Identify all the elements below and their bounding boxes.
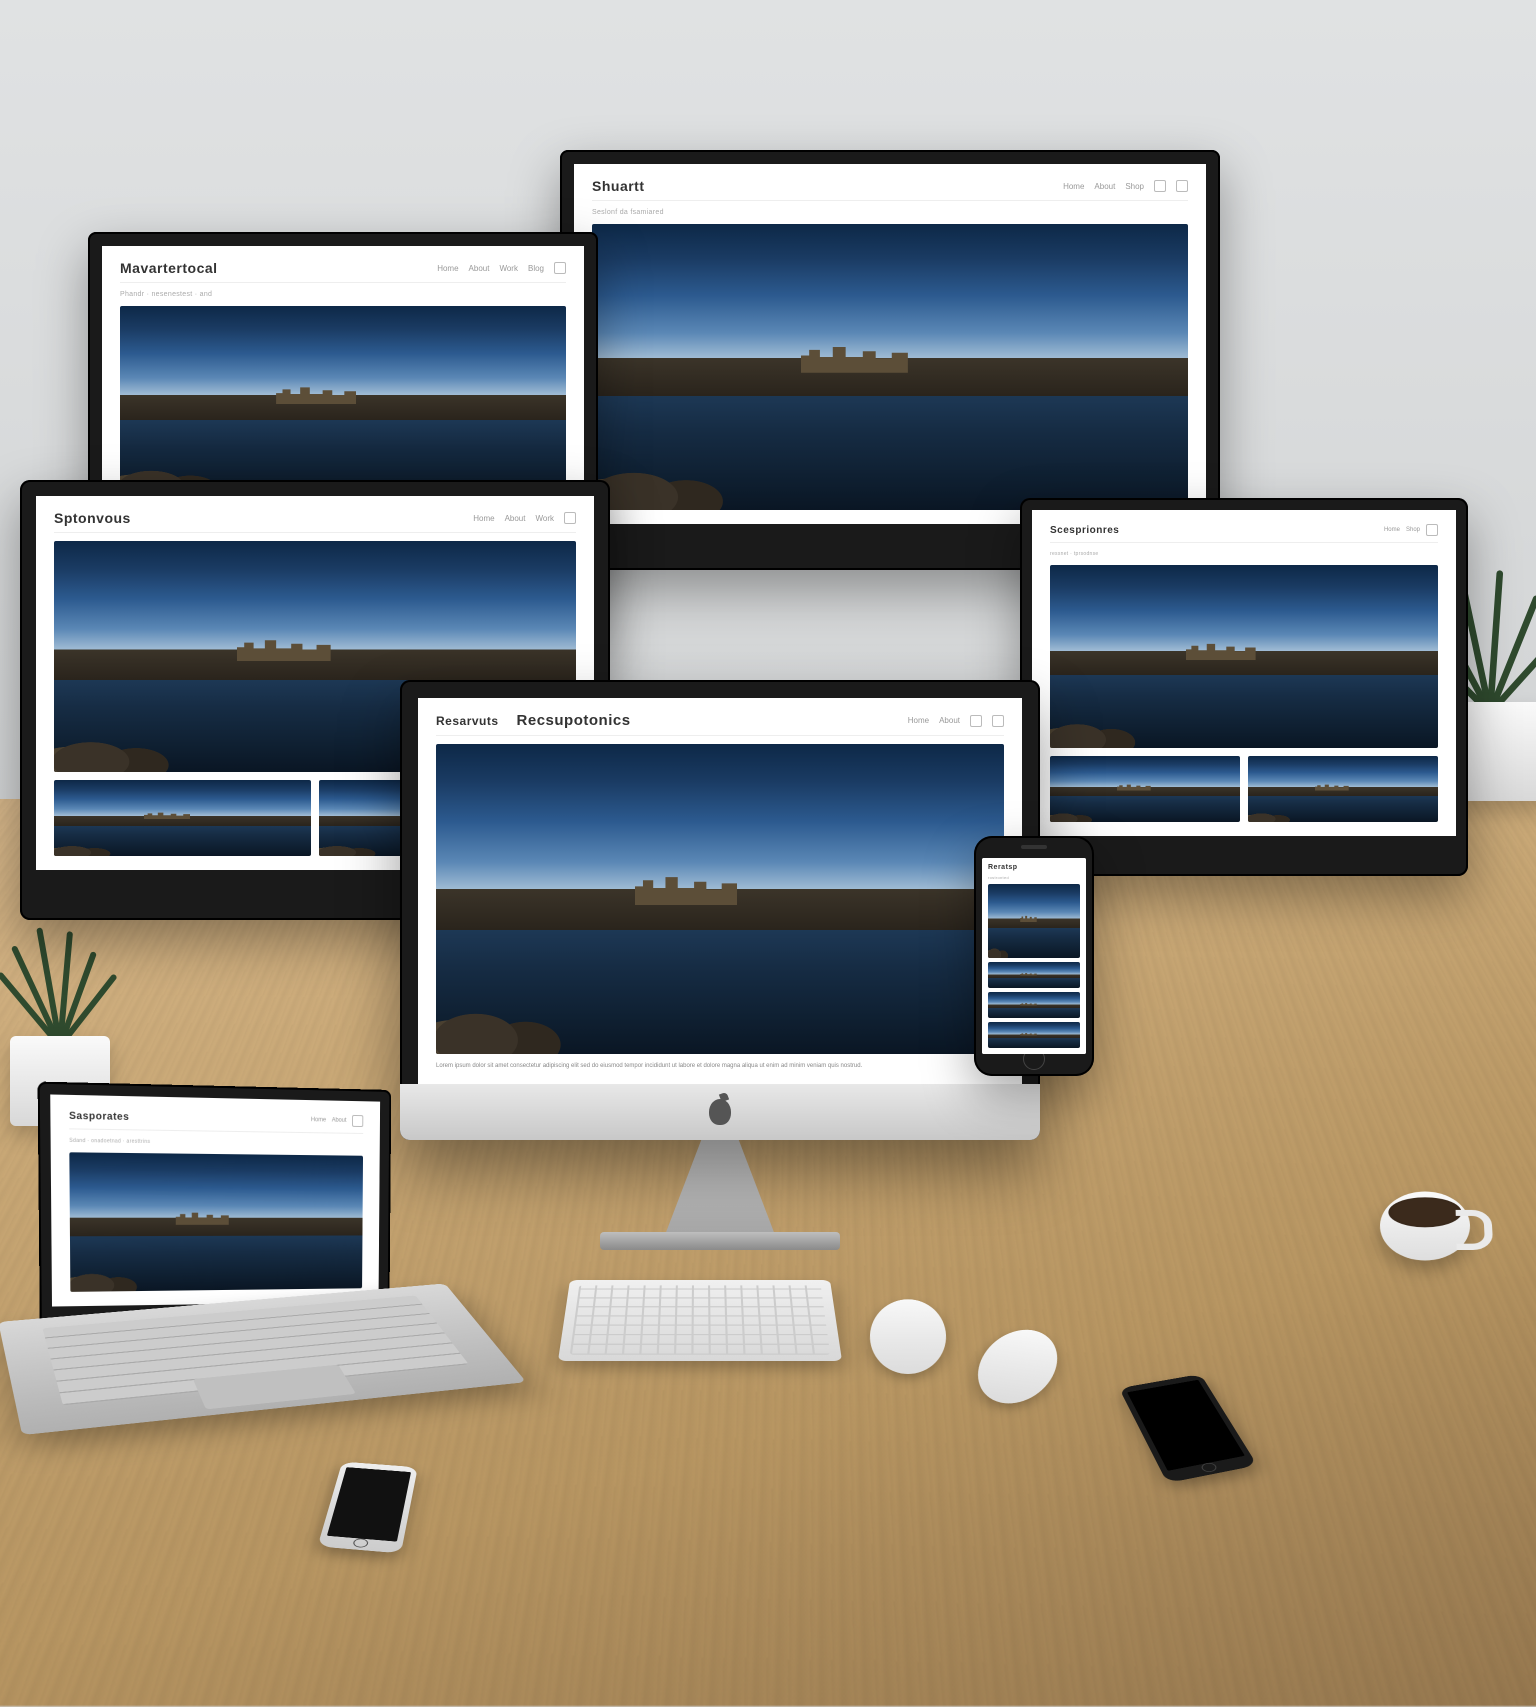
tagline: rostronted (988, 875, 1080, 880)
thumbnail[interactable] (988, 962, 1080, 988)
top-nav: Home About (908, 715, 1004, 727)
nav-link[interactable]: About (505, 514, 526, 523)
nav-link[interactable]: Home (1063, 182, 1084, 191)
nav-link[interactable]: Home (908, 716, 929, 725)
laptop-screen: Sasporates Home About Sdand · onadoetnad… (38, 1082, 392, 1322)
site-brand: Shuartt (592, 178, 645, 194)
menu-icon[interactable] (554, 262, 566, 274)
nav-link[interactable]: Shop (1125, 182, 1144, 191)
apple-logo-icon (709, 1099, 731, 1125)
top-nav: Home Shop (1384, 524, 1438, 536)
nav-link[interactable]: Blog (528, 264, 544, 273)
top-nav: Home About Shop (1063, 180, 1188, 192)
site-brand: Sptonvous (54, 510, 131, 526)
thumbnail[interactable] (988, 1022, 1080, 1048)
thumbnail[interactable] (54, 780, 311, 856)
site-brand: Reratsp (988, 864, 1080, 871)
search-icon[interactable] (970, 715, 982, 727)
nav-link[interactable]: Shop (1406, 527, 1420, 533)
nav-link[interactable]: Work (499, 264, 518, 273)
wireless-keyboard (558, 1280, 842, 1361)
body-text: Lorem ipsum dolor sit amet consectetur a… (436, 1062, 1004, 1070)
nav-link[interactable]: About (939, 716, 960, 725)
tagline: Phandr · nesenestest · and (120, 291, 566, 298)
thumbnail[interactable] (1050, 756, 1240, 822)
hero-image (592, 224, 1188, 510)
thumbnail[interactable] (1248, 756, 1438, 822)
cart-icon[interactable] (1176, 180, 1188, 192)
site-brand: Mavartertocal (120, 260, 218, 276)
hero-image (436, 744, 1004, 1054)
nav-link[interactable]: About (332, 1118, 347, 1124)
tagline: Seslonf da fsamiared (592, 209, 1188, 216)
menu-icon[interactable] (1426, 524, 1438, 536)
search-icon[interactable] (564, 512, 576, 524)
site-brand-secondary: Resarvuts (436, 714, 499, 728)
webpage: Scesprionres Home Shop ressnet · tprsodn… (1032, 510, 1456, 836)
webpage: Resarvuts Recsupotonics Home About Lorem… (418, 698, 1022, 1084)
cart-icon[interactable] (992, 715, 1004, 727)
nav-link[interactable]: Home (311, 1117, 326, 1123)
webpage: Shuartt Home About Shop Seslonf da fsami… (574, 164, 1206, 524)
thumbnail[interactable] (988, 992, 1080, 1018)
thumbnail-column (988, 962, 1080, 1048)
search-icon[interactable] (1154, 180, 1166, 192)
imac-foot (600, 1232, 840, 1250)
top-nav: Home About (311, 1114, 363, 1127)
hero-image (1050, 565, 1438, 748)
smartphone-standing: Reratsp rostronted (974, 836, 1094, 1076)
thumbnail-row (1050, 756, 1438, 822)
nav-link[interactable]: Home (437, 264, 458, 273)
imac-front: Resarvuts Recsupotonics Home About Lorem… (400, 680, 1040, 1140)
top-nav: Home About Work Blog (437, 262, 566, 274)
webpage: Sasporates Home About Sdand · onadoetnad… (50, 1094, 380, 1306)
menu-icon[interactable] (352, 1115, 363, 1127)
hero-image (69, 1152, 363, 1292)
hero-image (120, 306, 566, 495)
webpage-mobile: Reratsp rostronted (982, 858, 1086, 1054)
nav-link[interactable]: Work (535, 514, 554, 523)
nav-link[interactable]: About (1094, 182, 1115, 191)
nav-link[interactable]: Home (473, 514, 494, 523)
tagline: Sdand · onadoetnad · aresttrins (69, 1138, 363, 1148)
site-brand: Scesprionres (1050, 525, 1119, 536)
nav-link[interactable]: Home (1384, 527, 1400, 533)
site-brand: Sasporates (69, 1110, 129, 1123)
tagline: ressnet · tprsodnse (1050, 551, 1438, 557)
top-nav: Home About Work (473, 512, 576, 524)
monitor-mid-right: Scesprionres Home Shop ressnet · tprsodn… (1020, 498, 1468, 876)
hero-image (988, 884, 1080, 958)
site-brand: Recsupotonics (517, 712, 631, 729)
nav-link[interactable]: About (469, 264, 490, 273)
imac-chin (400, 1084, 1040, 1140)
